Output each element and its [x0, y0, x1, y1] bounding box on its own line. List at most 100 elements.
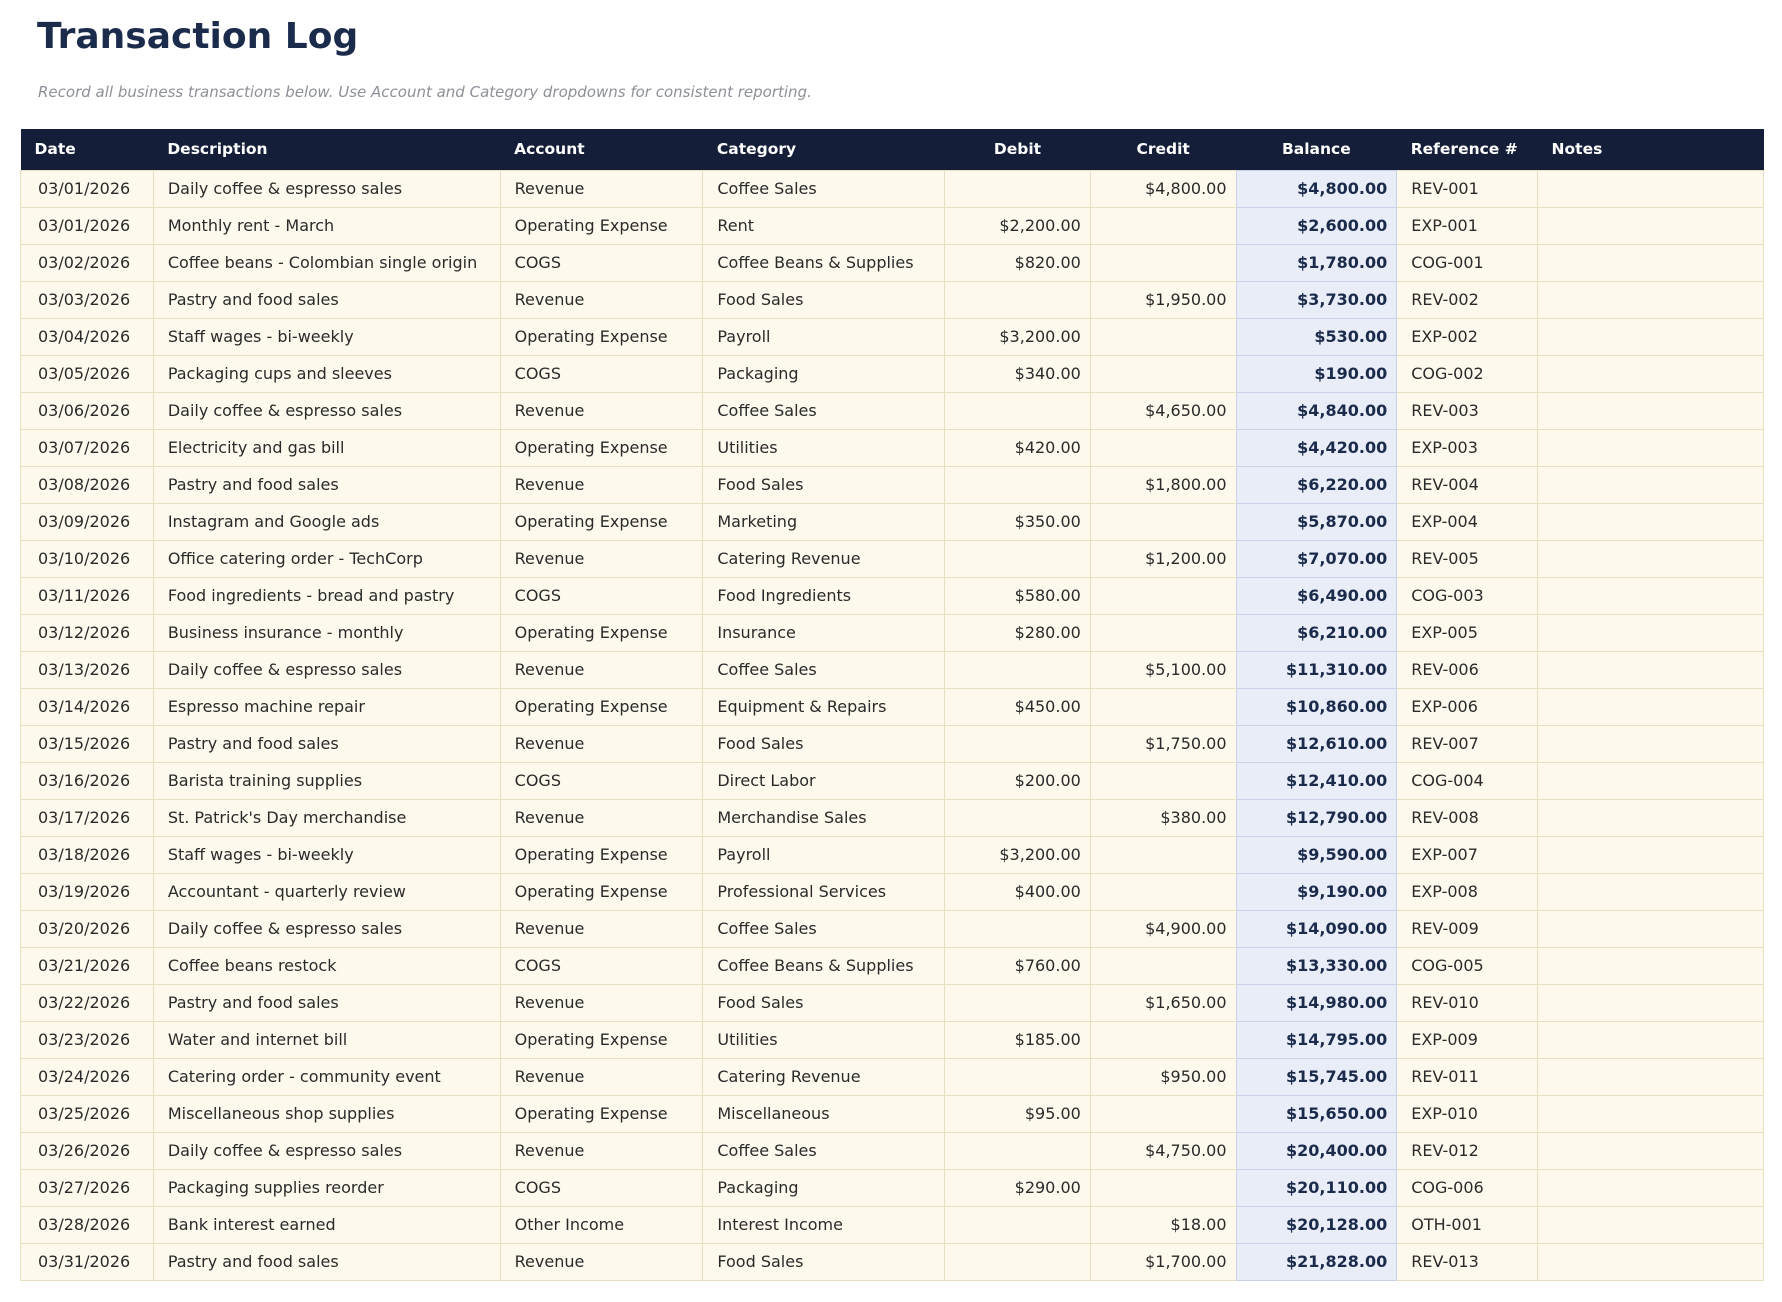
cell-balance[interactable]: $4,420.00 [1236, 429, 1397, 466]
cell-reference[interactable]: COG-006 [1397, 1169, 1538, 1206]
cell-description[interactable]: Pastry and food sales [153, 984, 500, 1021]
cell-balance[interactable]: $15,745.00 [1236, 1058, 1397, 1095]
cell-credit[interactable]: $1,200.00 [1090, 540, 1236, 577]
cell-balance[interactable]: $7,070.00 [1236, 540, 1397, 577]
cell-date[interactable]: 03/26/2026 [21, 1132, 154, 1169]
cell-account[interactable]: Operating Expense [500, 1095, 703, 1132]
cell-notes[interactable] [1538, 1095, 1764, 1132]
cell-account[interactable]: COGS [500, 244, 703, 281]
cell-account[interactable]: COGS [500, 577, 703, 614]
cell-account[interactable]: Operating Expense [500, 207, 703, 244]
cell-category[interactable]: Insurance [703, 614, 945, 651]
cell-notes[interactable] [1538, 355, 1764, 392]
cell-credit[interactable]: $1,750.00 [1090, 725, 1236, 762]
cell-account[interactable]: Revenue [500, 1132, 703, 1169]
cell-debit[interactable] [945, 170, 1091, 207]
cell-balance[interactable]: $190.00 [1236, 355, 1397, 392]
cell-date[interactable]: 03/31/2026 [21, 1243, 154, 1280]
cell-description[interactable]: Monthly rent - March [153, 207, 500, 244]
cell-reference[interactable]: REV-007 [1397, 725, 1538, 762]
cell-reference[interactable]: EXP-004 [1397, 503, 1538, 540]
cell-account[interactable]: Revenue [500, 466, 703, 503]
cell-debit[interactable] [945, 725, 1091, 762]
cell-notes[interactable] [1538, 577, 1764, 614]
cell-balance[interactable]: $11,310.00 [1236, 651, 1397, 688]
cell-reference[interactable]: EXP-003 [1397, 429, 1538, 466]
cell-notes[interactable] [1538, 466, 1764, 503]
cell-balance[interactable]: $15,650.00 [1236, 1095, 1397, 1132]
cell-description[interactable]: Daily coffee & espresso sales [153, 1132, 500, 1169]
cell-notes[interactable] [1538, 1243, 1764, 1280]
cell-account[interactable]: Operating Expense [500, 873, 703, 910]
cell-date[interactable]: 03/16/2026 [21, 762, 154, 799]
cell-description[interactable]: Packaging cups and sleeves [153, 355, 500, 392]
cell-category[interactable]: Professional Services [703, 873, 945, 910]
cell-debit[interactable] [945, 281, 1091, 318]
cell-date[interactable]: 03/02/2026 [21, 244, 154, 281]
cell-debit[interactable]: $760.00 [945, 947, 1091, 984]
cell-account[interactable]: Revenue [500, 984, 703, 1021]
cell-category[interactable]: Payroll [703, 318, 945, 355]
cell-reference[interactable]: REV-001 [1397, 170, 1538, 207]
cell-account[interactable]: Operating Expense [500, 614, 703, 651]
cell-date[interactable]: 03/01/2026 [21, 170, 154, 207]
cell-credit[interactable] [1090, 947, 1236, 984]
cell-description[interactable]: Pastry and food sales [153, 725, 500, 762]
cell-debit[interactable] [945, 910, 1091, 947]
cell-reference[interactable]: REV-005 [1397, 540, 1538, 577]
cell-debit[interactable]: $95.00 [945, 1095, 1091, 1132]
cell-account[interactable]: Revenue [500, 910, 703, 947]
cell-category[interactable]: Food Sales [703, 984, 945, 1021]
cell-date[interactable]: 03/25/2026 [21, 1095, 154, 1132]
cell-account[interactable]: Revenue [500, 170, 703, 207]
cell-description[interactable]: St. Patrick's Day merchandise [153, 799, 500, 836]
cell-debit[interactable]: $820.00 [945, 244, 1091, 281]
cell-description[interactable]: Staff wages - bi-weekly [153, 836, 500, 873]
cell-date[interactable]: 03/28/2026 [21, 1206, 154, 1243]
cell-balance[interactable]: $6,210.00 [1236, 614, 1397, 651]
cell-notes[interactable] [1538, 799, 1764, 836]
cell-balance[interactable]: $530.00 [1236, 318, 1397, 355]
cell-reference[interactable]: REV-006 [1397, 651, 1538, 688]
cell-account[interactable]: Revenue [500, 725, 703, 762]
cell-debit[interactable]: $280.00 [945, 614, 1091, 651]
cell-credit[interactable] [1090, 688, 1236, 725]
cell-description[interactable]: Pastry and food sales [153, 281, 500, 318]
cell-balance[interactable]: $12,790.00 [1236, 799, 1397, 836]
cell-reference[interactable]: REV-011 [1397, 1058, 1538, 1095]
cell-reference[interactable]: EXP-002 [1397, 318, 1538, 355]
cell-notes[interactable] [1538, 873, 1764, 910]
cell-notes[interactable] [1538, 244, 1764, 281]
cell-date[interactable]: 03/12/2026 [21, 614, 154, 651]
cell-account[interactable]: Revenue [500, 281, 703, 318]
cell-account[interactable]: Revenue [500, 1243, 703, 1280]
cell-description[interactable]: Pastry and food sales [153, 466, 500, 503]
cell-debit[interactable]: $450.00 [945, 688, 1091, 725]
cell-credit[interactable] [1090, 1169, 1236, 1206]
cell-debit[interactable]: $350.00 [945, 503, 1091, 540]
cell-credit[interactable] [1090, 1021, 1236, 1058]
cell-category[interactable]: Catering Revenue [703, 1058, 945, 1095]
cell-debit[interactable] [945, 540, 1091, 577]
cell-credit[interactable]: $1,950.00 [1090, 281, 1236, 318]
cell-debit[interactable] [945, 1132, 1091, 1169]
cell-account[interactable]: Revenue [500, 392, 703, 429]
cell-balance[interactable]: $14,090.00 [1236, 910, 1397, 947]
cell-account[interactable]: Other Income [500, 1206, 703, 1243]
cell-category[interactable]: Coffee Beans & Supplies [703, 244, 945, 281]
cell-credit[interactable]: $4,900.00 [1090, 910, 1236, 947]
cell-credit[interactable] [1090, 207, 1236, 244]
cell-notes[interactable] [1538, 207, 1764, 244]
cell-description[interactable]: Daily coffee & espresso sales [153, 170, 500, 207]
cell-description[interactable]: Office catering order - TechCorp [153, 540, 500, 577]
cell-date[interactable]: 03/10/2026 [21, 540, 154, 577]
cell-reference[interactable]: COG-001 [1397, 244, 1538, 281]
cell-category[interactable]: Coffee Sales [703, 910, 945, 947]
cell-account[interactable]: Operating Expense [500, 429, 703, 466]
cell-reference[interactable]: COG-002 [1397, 355, 1538, 392]
cell-debit[interactable]: $3,200.00 [945, 836, 1091, 873]
cell-category[interactable]: Coffee Beans & Supplies [703, 947, 945, 984]
cell-debit[interactable]: $185.00 [945, 1021, 1091, 1058]
cell-credit[interactable] [1090, 873, 1236, 910]
cell-account[interactable]: Operating Expense [500, 503, 703, 540]
